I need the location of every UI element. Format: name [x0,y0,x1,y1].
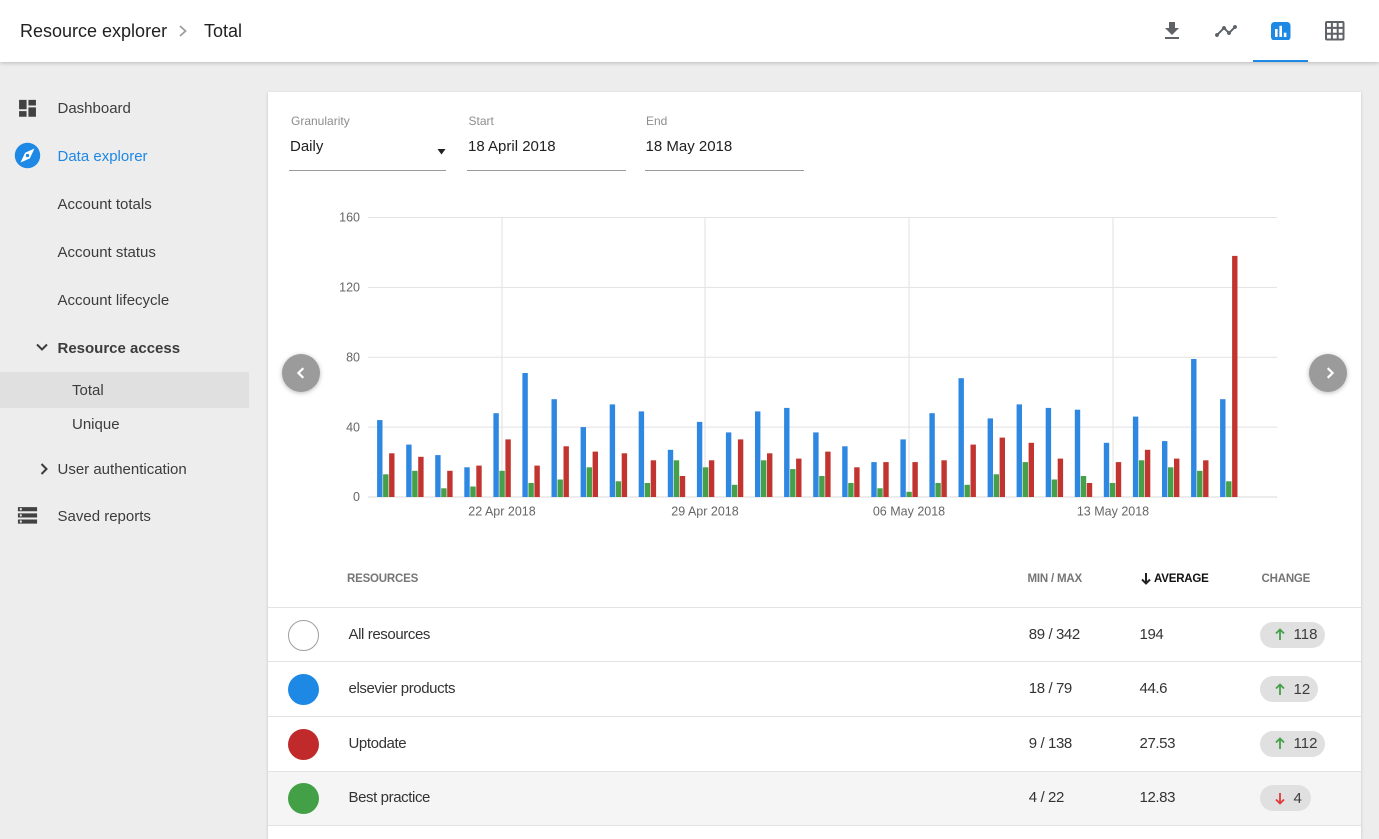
svg-text:160: 160 [339,211,360,225]
svg-text:06 May 2018: 06 May 2018 [873,505,945,519]
svg-text:80: 80 [346,350,360,364]
svg-text:22 Apr 2018: 22 Apr 2018 [468,505,535,519]
svg-text:120: 120 [339,281,360,295]
svg-text:40: 40 [346,420,360,434]
svg-text:0: 0 [353,490,360,504]
svg-text:13 May 2018: 13 May 2018 [1077,505,1149,519]
svg-text:29 Apr 2018: 29 Apr 2018 [671,505,738,519]
